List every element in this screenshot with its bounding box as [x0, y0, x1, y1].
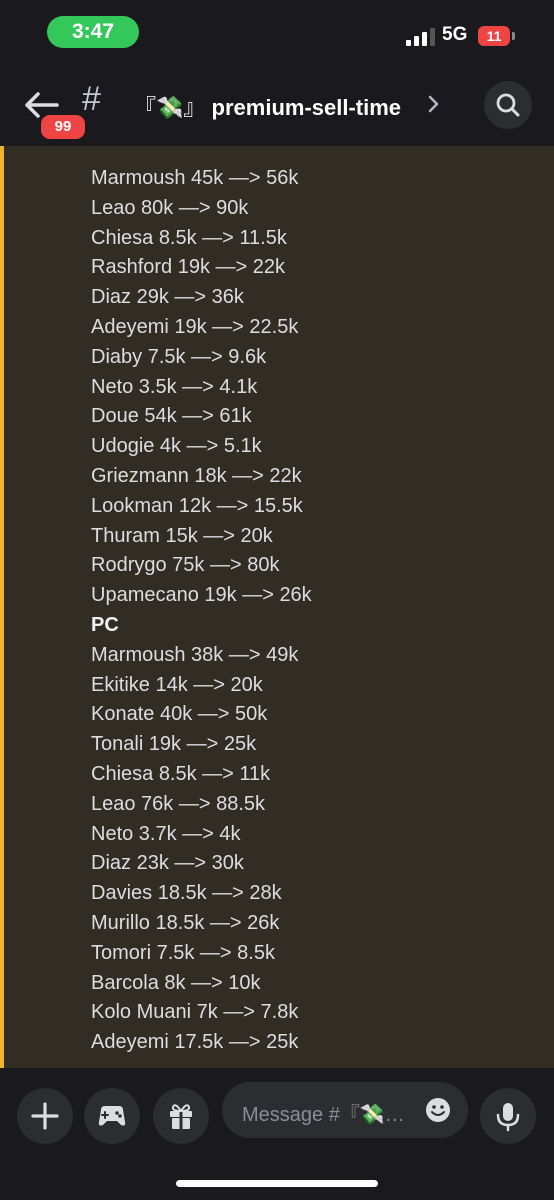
- message-line: Diaz 23k —> 30k: [91, 852, 244, 875]
- message-line: Lookman 12k —> 15.5k: [91, 494, 303, 517]
- battery-tip: [512, 32, 515, 40]
- message-content: Marmoush 45k —> 56k Leao 80k —> 90k Chiesa…: [91, 164, 312, 1058]
- message-line: Leao 80k —> 90k: [91, 196, 249, 219]
- message-line: Davies 18.5k —> 28k: [91, 882, 282, 905]
- message-line: Tonali 19k —> 25k: [91, 733, 257, 756]
- voice-message-button[interactable]: [480, 1088, 536, 1144]
- message-area: Marmoush 45k —> 56k Leao 80k —> 90k Chiesa…: [0, 146, 554, 1068]
- message-placeholder: Message #『💸…: [242, 1104, 402, 1126]
- message-input[interactable]: Message #『💸…: [222, 1082, 468, 1138]
- chevron-right-icon[interactable]: [428, 94, 440, 114]
- message-line: Neto 3.7k —> 4k: [91, 822, 241, 845]
- microphone-icon: [496, 1103, 520, 1132]
- signal-icon: [406, 28, 436, 46]
- add-attachment-button[interactable]: [17, 1088, 73, 1144]
- channel-name: premium-sell-time: [211, 95, 402, 120]
- emoji-icon[interactable]: [424, 1096, 452, 1124]
- activities-button[interactable]: [84, 1088, 140, 1144]
- message-line: Barcola 8k —> 10k: [91, 971, 261, 994]
- network-type: 5G: [442, 24, 468, 45]
- message-line: Thuram 15k —> 20k: [91, 524, 273, 547]
- message-line: Leao 76k —> 88.5k: [91, 792, 266, 815]
- message-line: Rashford 19k —> 22k: [91, 256, 285, 279]
- section-heading: PC: [91, 613, 119, 636]
- message-line: Doue 54k —> 61k: [91, 405, 252, 428]
- message-line: Kolo Muani 7k —> 7.8k: [91, 1001, 299, 1024]
- message-line: Neto 3.5k —> 4.1k: [91, 375, 258, 398]
- message-line: Ekitike 14k —> 20k: [91, 673, 263, 696]
- status-time: 3:47: [47, 16, 139, 48]
- gift-icon: [170, 1104, 192, 1129]
- message-line: Udogie 4k —> 5.1k: [91, 435, 262, 458]
- message-line: Murillo 18.5k —> 26k: [91, 911, 280, 934]
- channel-title[interactable]: 『💸』 premium-sell-time: [134, 90, 401, 122]
- message-line: Tomori 7.5k —> 8.5k: [91, 941, 275, 964]
- home-indicator[interactable]: [176, 1180, 378, 1187]
- battery-icon: 11: [478, 26, 510, 46]
- message-line: Chiesa 8.5k —> 11.5k: [91, 226, 287, 249]
- hash-icon: #: [82, 80, 101, 118]
- gamepad-icon: [98, 1106, 126, 1126]
- message-line: Konate 40k —> 50k: [91, 703, 268, 726]
- message-line: Adeyemi 19k —> 22.5k: [91, 315, 299, 338]
- message-line: Chiesa 8.5k —> 11k: [91, 762, 271, 785]
- gift-button[interactable]: [153, 1088, 209, 1144]
- message-line: Diaby 7.5k —> 9.6k: [91, 345, 267, 368]
- message-line: Griezmann 18k —> 22k: [91, 464, 302, 487]
- status-bar: 3:47 5G 11: [0, 0, 554, 64]
- message-line: Marmoush 45k —> 56k: [91, 167, 299, 189]
- message-line: Adeyemi 17.5k —> 25k: [91, 1031, 299, 1054]
- unread-badge: 99: [38, 112, 88, 142]
- search-button[interactable]: [484, 81, 532, 129]
- highlight-accent-bar: [0, 146, 4, 1068]
- plus-icon: [31, 1102, 59, 1130]
- message-line: Diaz 29k —> 36k: [91, 286, 244, 309]
- search-icon: [496, 93, 520, 117]
- channel-emoji: 『💸』: [134, 95, 206, 120]
- message-line: Upamecano 19k —> 26k: [91, 584, 312, 607]
- message-line: Marmoush 38k —> 49k: [91, 643, 299, 666]
- message-line: Rodrygo 75k —> 80k: [91, 554, 280, 577]
